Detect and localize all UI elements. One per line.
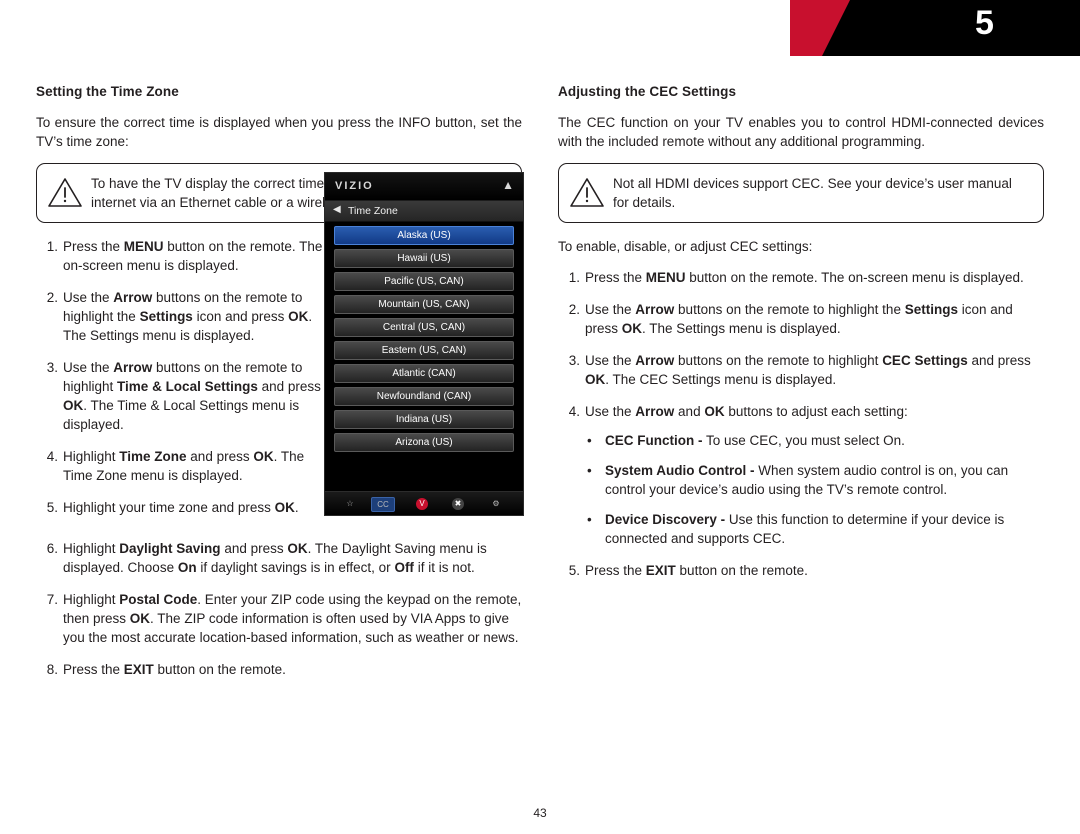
list-item[interactable]: Mountain (US, CAN) xyxy=(334,295,514,314)
step-number: 4. xyxy=(46,449,58,464)
cec-lead-in: To enable, disable, or adjust CEC settin… xyxy=(558,239,813,254)
step-number: 7. xyxy=(46,592,58,607)
step-text: Highlight Postal Code. Enter your ZIP co… xyxy=(63,592,522,645)
step-number: 1. xyxy=(568,270,580,285)
step-number: 2. xyxy=(46,290,58,305)
step-number: 5. xyxy=(46,500,58,515)
step-text: Press the MENU button on the remote. The… xyxy=(585,270,1024,285)
list-item: 3. Use the Arrow buttons on the remote to… xyxy=(36,358,333,434)
step-text: Use the Arrow buttons on the remote to h… xyxy=(585,353,1031,387)
list-item[interactable]: Alaska (US) xyxy=(334,226,514,245)
cec-note-box: Not all HDMI devices support CEC. See yo… xyxy=(558,163,1044,223)
page-number: 43 xyxy=(533,806,547,820)
page-title-cec: Adjusting the CEC Settings xyxy=(558,84,737,99)
time-zone-steps-wide: 6. Highlight Daylight Saving and press OK… xyxy=(36,539,522,679)
close-x-icon[interactable]: ✖ xyxy=(447,497,469,510)
step-number: 8. xyxy=(46,662,58,677)
list-item[interactable]: Atlantic (CAN) xyxy=(334,364,514,383)
list-item[interactable]: Indiana (US) xyxy=(334,410,514,429)
warning-triangle-icon xyxy=(47,176,83,208)
step-number: 1. xyxy=(46,239,58,254)
list-item: • CEC Function - To use CEC, you must sel… xyxy=(585,431,1044,450)
vizio-logo: VIZIO xyxy=(335,180,374,192)
vizio-v-icon[interactable]: V xyxy=(411,497,433,510)
step-text: Use the Arrow buttons on the remote to h… xyxy=(63,360,321,432)
bullet-dot: • xyxy=(587,433,592,448)
step-text: Press the EXIT button on the remote. xyxy=(63,662,286,677)
list-item: • Device Discovery - Use this function to… xyxy=(585,510,1044,548)
tv-menu-screenshot: VIZIO ▲ ◀ Time Zone Alaska (US) Hawaii (… xyxy=(324,172,524,516)
tv-timezone-list: Alaska (US) Hawaii (US) Pacific (US, CAN… xyxy=(325,222,523,452)
step-text: Press the MENU button on the remote. The… xyxy=(63,239,323,273)
page-header-band: 5 xyxy=(0,0,1080,56)
back-arrow-icon[interactable]: ◀ xyxy=(333,204,341,215)
list-item: 2. Use the Arrow buttons on the remote to… xyxy=(36,288,333,345)
list-item: 1. Press the MENU button on the remote. T… xyxy=(36,237,333,275)
step-text: Highlight your time zone and press OK. xyxy=(63,500,299,515)
bullet-text: CEC Function - To use CEC, you must sele… xyxy=(605,433,905,448)
list-item: 8. Press the EXIT button on the remote. xyxy=(36,660,522,679)
bullet-dot: • xyxy=(587,463,592,478)
step-number: 6. xyxy=(46,541,58,556)
list-item[interactable]: Central (US, CAN) xyxy=(334,318,514,337)
list-item: 5. Highlight your time zone and press OK. xyxy=(36,498,333,517)
time-zone-intro: To ensure the correct time is displayed … xyxy=(36,115,522,149)
cec-steps: 1. Press the MENU button on the remote. T… xyxy=(558,268,1044,580)
list-item: 4. Use the Arrow and OK buttons to adjus… xyxy=(558,402,1044,548)
cc-icon[interactable]: CC xyxy=(371,497,395,512)
list-item: 5. Press the EXIT button on the remote. xyxy=(558,561,1044,580)
step-text: Use the Arrow buttons on the remote to h… xyxy=(63,290,313,343)
list-item[interactable]: Arizona (US) xyxy=(334,433,514,452)
right-column: Adjusting the CEC Settings The CEC funct… xyxy=(558,84,1044,593)
chapter-number: 5 xyxy=(975,4,994,42)
step-number: 5. xyxy=(568,563,580,578)
list-item: • System Audio Control - When system audi… xyxy=(585,461,1044,499)
page-title-time-zone: Setting the Time Zone xyxy=(36,84,179,99)
gear-icon[interactable]: ⚙ xyxy=(485,497,507,510)
tv-titlebar: VIZIO ▲ xyxy=(325,173,523,201)
step-text: Use the Arrow buttons on the remote to h… xyxy=(585,302,1013,336)
cec-note-text: Not all HDMI devices support CEC. See yo… xyxy=(613,176,1012,210)
step-number: 2. xyxy=(568,302,580,317)
step-text: Highlight Daylight Saving and press OK. … xyxy=(63,541,487,575)
warning-triangle-icon xyxy=(569,176,605,208)
cec-settings-bullets: • CEC Function - To use CEC, you must sel… xyxy=(585,431,1044,548)
bullet-dot: • xyxy=(587,512,592,527)
list-item[interactable]: Eastern (US, CAN) xyxy=(334,341,514,360)
step-text: Use the Arrow and OK buttons to adjust e… xyxy=(585,404,908,419)
tv-bottom-bar: ☆ CC V ✖ ⚙ xyxy=(325,491,523,515)
bullet-text: Device Discovery - Use this function to … xyxy=(605,512,1005,546)
step-text: Highlight Time Zone and press OK. The Ti… xyxy=(63,449,305,483)
list-item: 1. Press the MENU button on the remote. T… xyxy=(558,268,1044,287)
step-number: 3. xyxy=(568,353,580,368)
list-item[interactable]: Newfoundland (CAN) xyxy=(334,387,514,406)
list-item: 4. Highlight Time Zone and press OK. The … xyxy=(36,447,333,485)
step-number: 3. xyxy=(46,360,58,375)
list-item: 6. Highlight Daylight Saving and press OK… xyxy=(36,539,522,577)
tv-menu-title: Time Zone xyxy=(348,205,398,217)
step-text: Press the EXIT button on the remote. xyxy=(585,563,808,578)
list-item: 3. Use the Arrow buttons on the remote to… xyxy=(558,351,1044,389)
tv-submenu-bar: ◀ Time Zone xyxy=(325,201,523,222)
star-icon[interactable]: ☆ xyxy=(339,497,361,510)
header-black-block xyxy=(818,0,1080,56)
list-item: 2. Use the Arrow buttons on the remote to… xyxy=(558,300,1044,338)
step-number: 4. xyxy=(568,404,580,419)
list-item[interactable]: Hawaii (US) xyxy=(334,249,514,268)
home-icon: ▲ xyxy=(502,178,514,192)
cec-intro: The CEC function on your TV enables you … xyxy=(558,115,1044,149)
list-item[interactable]: Pacific (US, CAN) xyxy=(334,272,514,291)
list-item: 7. Highlight Postal Code. Enter your ZIP … xyxy=(36,590,522,647)
bullet-text: System Audio Control - When system audio… xyxy=(605,463,1009,497)
